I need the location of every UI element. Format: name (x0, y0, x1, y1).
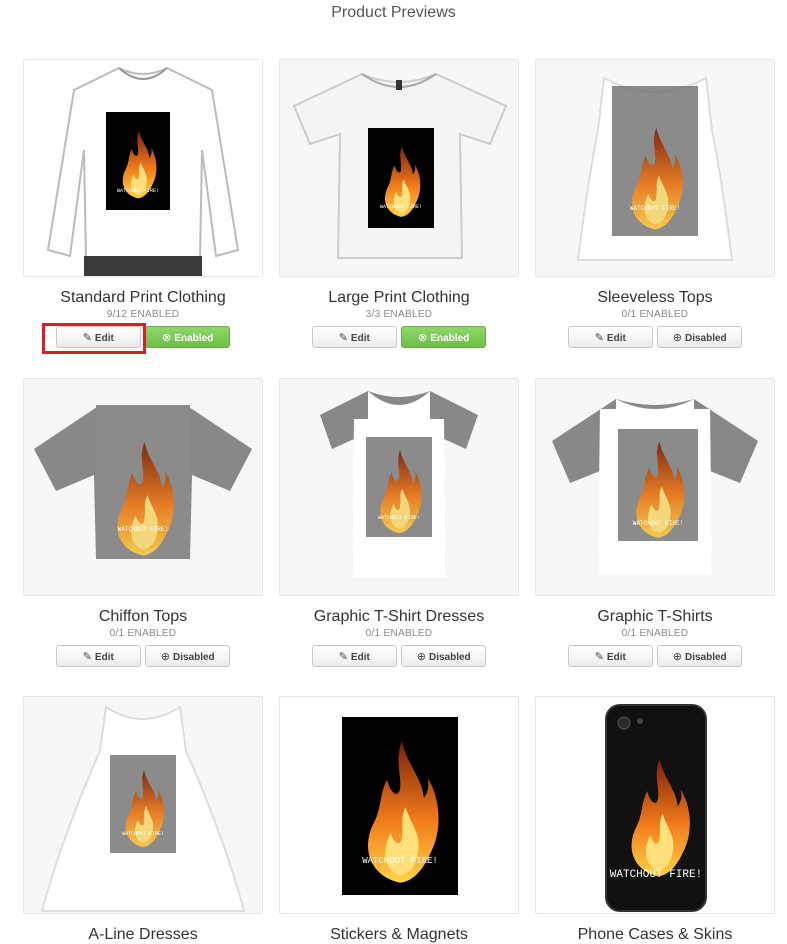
product-title: A-Line Dresses (88, 926, 198, 943)
product-card-sleeveless-tops: WATCHOUT FIRE! Sleeveless Tops 0/1 ENABL… (535, 59, 775, 348)
product-thumbnail[interactable]: WATCHOUT FIRE! (535, 696, 775, 914)
tshirt-image: WATCHOUT FIRE! (292, 72, 508, 259)
product-title: Phone Cases & Skins (577, 926, 733, 943)
enabled-toggle-button[interactable]: ⊗ Enabled (145, 326, 231, 348)
svg-text:WATCHOUT FIRE!: WATCHOUT FIRE! (122, 831, 164, 837)
phone-case-image: WATCHOUT FIRE! (605, 704, 707, 912)
product-title: Sleeveless Tops (597, 289, 713, 306)
product-card-large-print: WATCHOUT FIRE! Large Print Clothing 3/3 … (279, 59, 519, 348)
product-thumbnail[interactable]: WATCHOUT FIRE! (279, 378, 519, 596)
enabled-toggle-button[interactable]: ⊗ Enabled (401, 326, 487, 348)
product-card-chiffon-tops: WATCHOUT FIRE! Chiffon Tops 0/1 ENABLED … (23, 378, 263, 667)
product-thumbnail[interactable]: WATCHOUT FIRE! (279, 59, 519, 277)
enabled-count: 0/1 ENABLED (621, 628, 689, 639)
graphic-tshirt-image: WATCHOUT FIRE! (552, 399, 758, 575)
edit-icon: ✎ (338, 651, 348, 663)
edit-button[interactable]: ✎ Edit (567, 645, 653, 667)
disabled-toggle-button[interactable]: ⊕ Disabled (145, 645, 231, 667)
enabled-count: 3/3 ENABLED (365, 309, 433, 320)
svg-text:WATCHOUT FIRE!: WATCHOUT FIRE! (630, 205, 680, 212)
disabled-toggle-button[interactable]: ⊕ Disabled (657, 326, 743, 348)
product-card-stickers-magnets: WATCHOUT FIRE! Stickers & Magnets (279, 696, 519, 944)
product-title: Graphic T-Shirt Dresses (313, 608, 485, 625)
svg-text:WATCHOUT FIRE!: WATCHOUT FIRE! (118, 526, 168, 533)
product-thumbnail[interactable]: WATCHOUT FIRE! (23, 378, 263, 596)
product-card-a-line-dresses: WATCHOUT FIRE! A-Line Dresses (23, 696, 263, 944)
product-title: Standard Print Clothing (60, 289, 226, 306)
edit-button[interactable]: ✎ Edit (567, 326, 653, 348)
check-circle-icon: ⊗ (162, 332, 172, 344)
edit-icon: ✎ (82, 651, 92, 663)
edit-button[interactable]: ✎ Edit (55, 645, 141, 667)
product-title: Chiffon Tops (98, 608, 188, 625)
product-title: Large Print Clothing (328, 289, 470, 306)
check-circle-icon: ⊗ (418, 332, 428, 344)
highlight-annotation (42, 323, 146, 354)
enabled-count: 0/1 ENABLED (365, 628, 433, 639)
product-thumbnail[interactable]: WATCHOUT FIRE! (535, 378, 775, 596)
svg-text:WATCHOUT FIRE!: WATCHOUT FIRE! (362, 856, 438, 866)
edit-button[interactable]: ✎ Edit (311, 326, 397, 348)
product-title: Graphic T-Shirts (597, 608, 713, 625)
design-caption: WATCHOUT FIRE! (117, 188, 159, 194)
edit-icon: ✎ (594, 651, 604, 663)
edit-button[interactable]: ✎ Edit (311, 645, 397, 667)
product-card-standard-print: WATCHOUT FIRE! Standard Print Clothing 9… (23, 59, 263, 348)
svg-text:WATCHOUT FIRE!: WATCHOUT FIRE! (380, 204, 422, 210)
product-thumbnail[interactable]: WATCHOUT FIRE! (23, 696, 263, 914)
tank-top-image: WATCHOUT FIRE! (576, 76, 734, 261)
svg-text:WATCHOUT FIRE!: WATCHOUT FIRE! (610, 869, 702, 881)
disabled-toggle-button[interactable]: ⊕ Disabled (401, 645, 487, 667)
svg-text:WATCHOUT FIRE!: WATCHOUT FIRE! (378, 515, 420, 521)
enabled-count: 9/12 ENABLED (106, 309, 180, 320)
product-thumbnail[interactable]: WATCHOUT FIRE! (279, 696, 519, 914)
svg-text:WATCHOUT FIRE!: WATCHOUT FIRE! (633, 520, 683, 527)
long-sleeve-shirt-image: WATCHOUT FIRE! (46, 66, 240, 276)
chiffon-top-image: WATCHOUT FIRE! (34, 405, 252, 559)
plus-circle-icon: ⊕ (672, 651, 682, 663)
edit-icon: ✎ (338, 332, 348, 344)
product-card-phone-cases: WATCHOUT FIRE! Phone Cases & Skins (535, 696, 775, 944)
page-title: Product Previews (331, 4, 456, 21)
a-line-dress-image: WATCHOUT FIRE! (40, 705, 246, 912)
edit-icon: ✎ (594, 332, 604, 344)
product-thumbnail[interactable]: WATCHOUT FIRE! (23, 59, 263, 277)
sticker-image: WATCHOUT FIRE! (342, 717, 458, 895)
product-card-tshirt-dresses: WATCHOUT FIRE! Graphic T-Shirt Dresses 0… (279, 378, 519, 667)
product-card-graphic-tshirts: WATCHOUT FIRE! Graphic T-Shirts 0/1 ENAB… (535, 378, 775, 667)
product-thumbnail[interactable]: WATCHOUT FIRE! (535, 59, 775, 277)
plus-circle-icon: ⊕ (416, 651, 426, 663)
disabled-toggle-button[interactable]: ⊕ Disabled (657, 645, 743, 667)
enabled-count: 0/1 ENABLED (621, 309, 689, 320)
tshirt-dress-image: WATCHOUT FIRE! (320, 391, 478, 577)
plus-circle-icon: ⊕ (160, 651, 170, 663)
enabled-count: 0/1 ENABLED (109, 628, 177, 639)
plus-circle-icon: ⊕ (672, 332, 682, 344)
product-title: Stickers & Magnets (330, 926, 468, 943)
